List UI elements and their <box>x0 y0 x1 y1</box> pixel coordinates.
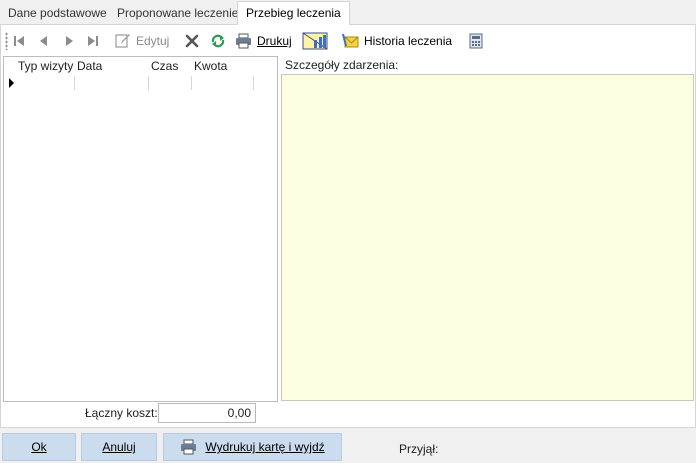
column-separator <box>191 76 192 90</box>
cancel-label: Anuluj <box>102 440 136 454</box>
tab-dane-podstawowe[interactable]: Dane podstawowe <box>0 3 115 25</box>
table-row[interactable] <box>4 75 277 91</box>
ok-label: Ok <box>31 440 47 454</box>
total-cost-field[interactable] <box>158 403 256 423</box>
column-separator <box>74 76 75 90</box>
details-label: Szczegóły zdarzenia: <box>285 58 399 72</box>
treatment-progress-panel: Edytuj Drukuj Historia leczenia Typ wizy… <box>0 25 696 427</box>
event-details-field[interactable] <box>281 74 694 401</box>
last-record-icon[interactable] <box>86 31 100 51</box>
print-button[interactable]: Drukuj <box>235 31 292 51</box>
visits-grid[interactable]: Typ wizyty Data Czas Kwota <box>3 56 278 402</box>
printer-icon <box>236 33 251 49</box>
toolbar: Edytuj Drukuj Historia leczenia <box>1 29 695 53</box>
ok-button[interactable]: Ok <box>2 433 76 461</box>
current-row-indicator-icon <box>9 78 14 88</box>
printer-icon <box>181 439 197 455</box>
toolbar-grip[interactable] <box>5 32 8 50</box>
history-button[interactable]: Historia leczenia <box>341 31 452 51</box>
received-by-label: Przyjął: <box>399 442 439 456</box>
total-cost-label: Łączny koszt: <box>85 406 158 420</box>
cancel-button[interactable]: Anuluj <box>81 433 157 461</box>
tab-strip: Dane podstawowe Proponowane leczenie Prz… <box>0 0 696 26</box>
print-label: Drukuj <box>257 34 292 48</box>
tab-przebieg-leczenia[interactable]: Przebieg leczenia <box>237 1 350 26</box>
refresh-icon[interactable] <box>210 31 226 51</box>
edit-button[interactable]: Edytuj <box>115 31 169 51</box>
first-record-icon[interactable] <box>12 31 26 51</box>
column-separator <box>148 76 149 90</box>
column-header-date[interactable]: Data <box>77 59 102 73</box>
edit-label: Edytuj <box>136 34 170 48</box>
edit-icon <box>115 34 130 48</box>
grid-header: Typ wizyty Data Czas Kwota <box>4 57 277 75</box>
tab-proponowane-leczenie[interactable]: Proponowane leczenie <box>109 3 246 25</box>
print-and-exit-button[interactable]: Wydrukuj kartę i wyjdź <box>163 433 342 461</box>
print-and-exit-label: Wydrukuj kartę i wyjdź <box>205 440 325 454</box>
column-header-amount[interactable]: Kwota <box>194 59 227 73</box>
chart-icon[interactable] <box>302 31 328 51</box>
previous-record-icon[interactable] <box>37 31 51 51</box>
history-envelope-icon <box>342 33 359 48</box>
delete-icon[interactable] <box>185 31 199 51</box>
footer-bar: Ok Anuluj Wydrukuj kartę i wyjdź Przyjął… <box>0 427 696 463</box>
column-separator <box>253 76 254 90</box>
calculator-icon[interactable] <box>469 31 483 51</box>
next-record-icon[interactable] <box>62 31 76 51</box>
column-header-time[interactable]: Czas <box>151 59 178 73</box>
history-label: Historia leczenia <box>364 34 453 48</box>
column-header-visit-type[interactable]: Typ wizyty <box>18 59 73 73</box>
